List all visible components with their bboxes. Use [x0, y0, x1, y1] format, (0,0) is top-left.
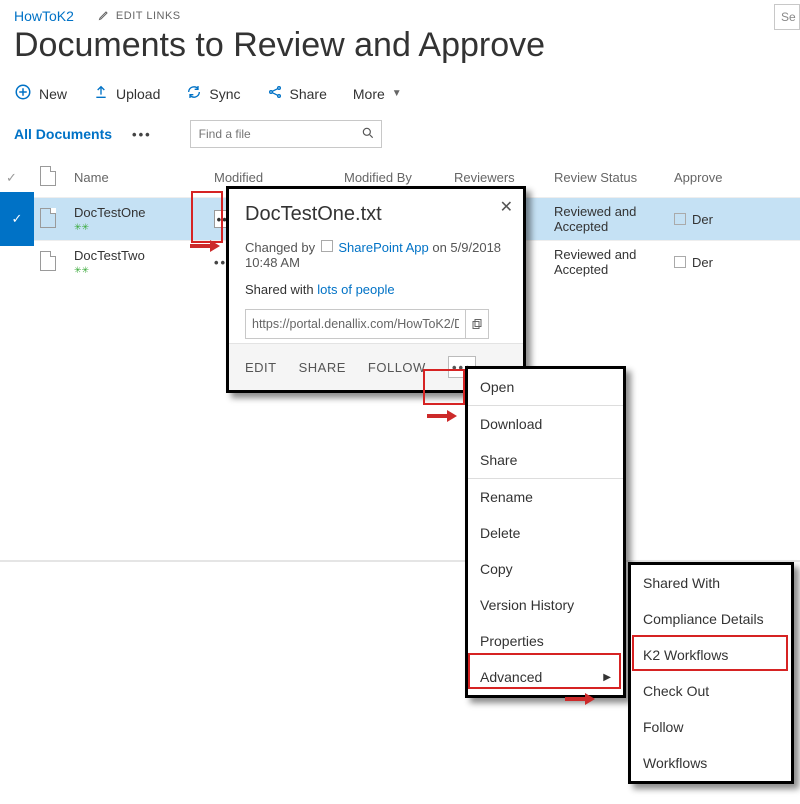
chevron-down-icon: ▼ — [392, 88, 402, 99]
new-indicator-icon: ✳✳ — [74, 222, 202, 233]
callout-url-input[interactable] — [246, 317, 465, 331]
col-name[interactable]: Name — [68, 166, 208, 189]
share-label: Share — [290, 86, 327, 102]
callout-app-link[interactable]: SharePoint App — [338, 240, 428, 255]
sync-icon — [186, 84, 202, 103]
callout-shared: Shared with lots of people — [245, 282, 507, 297]
callout-title: DocTestOne.txt — [245, 203, 507, 226]
plus-circle-icon — [14, 83, 32, 104]
breadcrumb[interactable]: HowToK2 — [14, 8, 74, 24]
row-select-gutter[interactable] — [0, 235, 34, 289]
checkbox-icon[interactable] — [674, 213, 686, 225]
select-all-icon[interactable]: ✓ — [6, 170, 17, 185]
sync-button[interactable]: Sync — [186, 84, 240, 103]
submenu-arrow-icon: ▶ — [603, 672, 611, 683]
upload-label: Upload — [116, 86, 160, 102]
check-icon: ✓ — [12, 211, 23, 227]
pencil-icon — [98, 9, 110, 24]
toolbar: New Upload Sync Share More ▼ — [0, 79, 800, 118]
callout-edit[interactable]: EDIT — [245, 360, 277, 375]
advanced-submenu: Shared With Compliance Details K2 Workfl… — [628, 562, 794, 784]
search-icon[interactable] — [361, 126, 375, 143]
global-search[interactable]: Se — [774, 4, 800, 30]
new-button[interactable]: New — [14, 83, 67, 104]
checkbox-icon[interactable] — [674, 256, 686, 268]
page-title: Documents to Review and Approve — [14, 26, 786, 65]
submenu-shared-with[interactable]: Shared With — [631, 565, 791, 601]
submenu-check-out[interactable]: Check Out — [631, 673, 791, 709]
document-icon — [40, 251, 56, 271]
col-review-status[interactable]: Review Status — [548, 166, 668, 189]
document-grid: ✓ Name Modified Modified By Reviewers Re… — [0, 158, 800, 340]
callout-follow[interactable]: FOLLOW — [368, 360, 426, 375]
new-indicator-icon: ✳✳ — [74, 265, 202, 276]
user-placeholder-icon — [321, 240, 333, 252]
more-button[interactable]: More ▼ — [353, 86, 402, 102]
menu-delete[interactable]: Delete — [468, 515, 623, 551]
row-approve-label: Der — [692, 212, 713, 227]
item-callout: ✕ DocTestOne.txt Changed by SharePoint A… — [226, 186, 526, 393]
row-approve[interactable]: Der — [668, 206, 738, 233]
callout-url-box[interactable] — [245, 309, 489, 339]
view-more-icon[interactable]: ••• — [132, 127, 152, 142]
callout-shared-link[interactable]: lots of people — [317, 282, 394, 297]
submenu-k2-workflows[interactable]: K2 Workflows — [631, 637, 791, 673]
view-bar: All Documents ••• — [0, 118, 800, 158]
row-approve-label: Der — [692, 255, 713, 270]
menu-download[interactable]: Download — [468, 406, 623, 442]
menu-rename[interactable]: Rename — [468, 479, 623, 515]
current-view[interactable]: All Documents — [14, 126, 112, 142]
upload-icon — [93, 84, 109, 103]
close-icon[interactable]: ✕ — [500, 197, 513, 217]
edit-links-label: EDIT LINKS — [116, 10, 181, 22]
context-menu: Open Download Share Rename Delete Copy V… — [465, 366, 626, 698]
row-name[interactable]: DocTestOne — [74, 205, 202, 220]
menu-version-history[interactable]: Version History — [468, 587, 623, 623]
share-icon — [267, 84, 283, 103]
row-review-status: Reviewed and Accepted — [548, 241, 668, 283]
row-name[interactable]: DocTestTwo — [74, 248, 202, 263]
menu-copy[interactable]: Copy — [468, 551, 623, 587]
submenu-follow[interactable]: Follow — [631, 709, 791, 745]
row-approve[interactable]: Der — [668, 249, 738, 276]
menu-share[interactable]: Share — [468, 442, 623, 478]
new-label: New — [39, 86, 67, 102]
type-header-icon — [40, 166, 56, 186]
copy-url-icon[interactable] — [465, 310, 488, 338]
sync-label: Sync — [209, 86, 240, 102]
col-approvers[interactable]: Approve — [668, 166, 738, 189]
highlight-arrow-icon — [427, 414, 449, 418]
share-button[interactable]: Share — [267, 84, 327, 103]
more-label: More — [353, 86, 385, 102]
menu-open[interactable]: Open — [468, 369, 623, 405]
find-file-input[interactable] — [197, 126, 341, 142]
callout-changed-by: Changed by SharePoint App on 5/9/2018 10… — [245, 240, 507, 270]
upload-button[interactable]: Upload — [93, 84, 160, 103]
submenu-compliance[interactable]: Compliance Details — [631, 601, 791, 637]
edit-links-button[interactable]: EDIT LINKS — [98, 9, 181, 24]
menu-properties[interactable]: Properties — [468, 623, 623, 659]
menu-advanced[interactable]: Advanced ▶ — [468, 659, 623, 695]
document-icon — [40, 208, 56, 228]
find-file-box[interactable] — [190, 120, 382, 148]
global-search-placeholder: Se — [775, 10, 796, 24]
submenu-workflows[interactable]: Workflows — [631, 745, 791, 781]
row-review-status: Reviewed and Accepted — [548, 198, 668, 240]
callout-share[interactable]: SHARE — [299, 360, 346, 375]
